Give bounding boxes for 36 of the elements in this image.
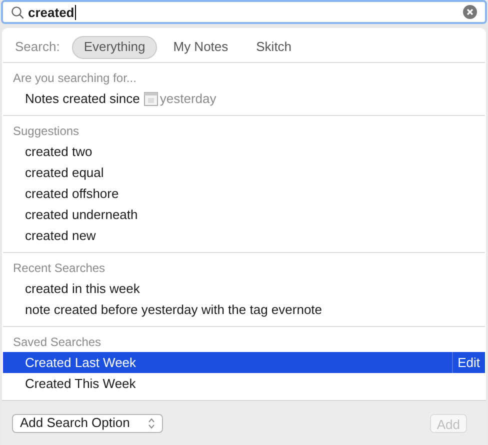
section-header: Suggestions: [12, 123, 80, 139]
result-row[interactable]: created underneath: [3, 204, 485, 225]
result-text: created equal: [25, 164, 104, 182]
result-row[interactable]: note created before yesterday with the tag evernote: [3, 299, 485, 320]
result-text: created offshore: [25, 184, 119, 203]
result-row[interactable]: created in this week: [3, 278, 485, 299]
result-text: Notes created since: [25, 90, 140, 108]
result-row[interactable]: created new: [3, 225, 485, 246]
result-text: note created before yesterday with the tag evernote: [25, 300, 322, 319]
result-row[interactable]: created equal: [3, 162, 485, 183]
stepper-icon: [148, 418, 155, 428]
result-row[interactable]: Created This Week: [3, 373, 485, 394]
calendar-icon: [144, 92, 158, 106]
result-row[interactable]: created two: [3, 141, 485, 162]
scope-tab[interactable]: Everything: [72, 36, 158, 58]
section-header: Are you searching for...: [12, 70, 138, 86]
result-row[interactable]: created offshore: [3, 183, 485, 204]
result-text: created in this week: [25, 280, 140, 298]
clear-icon[interactable]: [463, 5, 477, 19]
search-icon: [11, 6, 24, 18]
result-text: Created This Week: [25, 374, 136, 393]
result-row[interactable]: Notes created since yesterday: [3, 88, 485, 109]
scope-tab[interactable]: Skitch: [244, 36, 304, 58]
section-header: Recent Searches: [12, 260, 106, 276]
edit-button[interactable]: Edit: [452, 352, 485, 373]
result-text: created underneath: [25, 206, 138, 224]
search-field[interactable]: created: [1, 0, 487, 24]
search-text: created: [28, 4, 76, 20]
search-option-select[interactable]: Add Search Option: [12, 414, 163, 432]
result-row[interactable]: Created Last Week Edit: [3, 352, 485, 373]
scope-label: Search:: [15, 38, 60, 56]
result-text: created two: [25, 142, 92, 161]
result-text: Created Last Week: [25, 354, 136, 372]
scope-tab[interactable]: My Notes: [161, 36, 240, 58]
section-header: Saved Searches: [12, 334, 102, 350]
result-text: created new: [25, 226, 96, 245]
